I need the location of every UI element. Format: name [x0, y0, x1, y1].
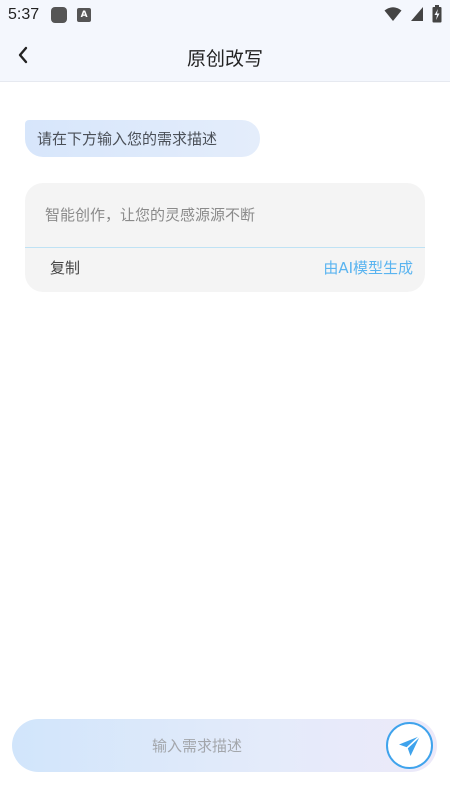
- copy-button[interactable]: 复制: [50, 257, 80, 278]
- status-time: 5:37: [8, 6, 40, 23]
- prompt-bubble: 请在下方输入您的需求描述: [25, 120, 260, 157]
- result-text: 智能创作，让您的灵感源源不断: [45, 206, 256, 224]
- paper-plane-icon: [398, 734, 421, 756]
- send-button[interactable]: [386, 722, 433, 769]
- status-icons: [384, 5, 442, 23]
- header: 原创改写: [0, 30, 450, 82]
- ai-generated-note: 由AI模型生成: [323, 259, 413, 277]
- status-bar: 5:37 A: [0, 0, 450, 30]
- result-divider: [25, 247, 425, 248]
- battery-charging-icon: [432, 5, 442, 23]
- input-bar: [12, 719, 437, 772]
- wifi-icon: [384, 7, 402, 21]
- requirement-input[interactable]: [12, 719, 382, 772]
- result-card: 智能创作，让您的灵感源源不断 复制 由AI模型生成: [25, 183, 425, 292]
- page-title: 原创改写: [186, 48, 263, 70]
- screen: 5:37 A 原创改写 请在下方输入您的需求描述 智能创作，让您的灵感源源不断 …: [0, 0, 450, 800]
- prompt-text: 请在下方输入您的需求描述: [37, 130, 218, 148]
- app-icon: [51, 7, 68, 23]
- android-a-icon: A: [77, 8, 92, 22]
- cell-signal-icon: [411, 7, 423, 21]
